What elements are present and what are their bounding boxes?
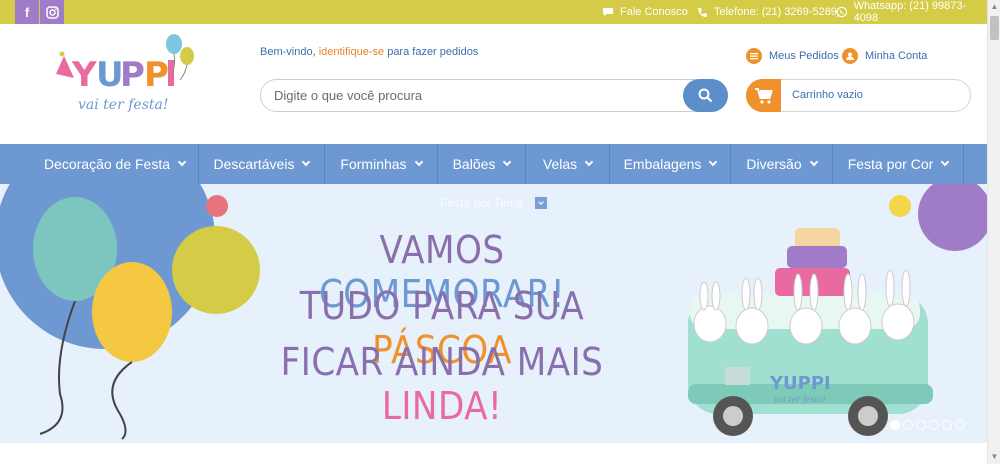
scroll-thumb[interactable] (990, 16, 999, 40)
header: Y U P P vai ter festa! Bem-vindo, identi… (0, 24, 987, 144)
nav-item-diversao[interactable]: Diversão (731, 144, 833, 184)
nav-label: Balões (452, 156, 496, 172)
cart-icon (746, 79, 781, 112)
chevron-down-icon (809, 157, 818, 167)
meus-pedidos-link[interactable]: Meus Pedidos (746, 48, 839, 64)
nav-label: Velas (542, 156, 578, 172)
nav-label: Forminhas (340, 156, 407, 172)
chat-icon (603, 8, 613, 16)
scroll-down-icon[interactable]: ▼ (988, 450, 1000, 464)
chevron-down-icon (941, 157, 950, 167)
user-icon (842, 48, 858, 64)
telefone-info: Telefone: (21) 3269-5269 (697, 0, 837, 24)
content-strip (0, 443, 987, 464)
chevron-down-icon (584, 157, 594, 167)
nav-label: Descartáveis (213, 156, 295, 172)
nav-label: Festa por Cor (847, 156, 934, 172)
scroll-up-icon[interactable]: ▲ (988, 0, 1000, 14)
headline-line-3: FICAR AINDA MAIS LINDA! (280, 340, 604, 428)
slider-dots (890, 420, 965, 430)
fale-conosco-link[interactable]: Fale Conosco (602, 0, 688, 24)
bus-logo: YUPPI (769, 373, 831, 394)
nav-label: Festa por Tema (440, 196, 524, 210)
bus-tagline: vai ter festa! (774, 395, 826, 404)
cart-button[interactable]: Carrinho vazio (746, 79, 971, 112)
search-button[interactable] (683, 79, 728, 112)
chevron-down-icon (535, 197, 548, 209)
main-nav: Decoração de Festa Descartáveis Forminha… (0, 144, 987, 184)
chevron-down-icon (177, 157, 187, 167)
nav-item-velas[interactable]: Velas (526, 144, 610, 184)
instagram-icon[interactable] (40, 0, 64, 24)
logo-tagline: vai ter festa! (78, 97, 169, 113)
nav-label: Diversão (746, 156, 802, 172)
welcome-prefix: Bem-vindo, (260, 46, 319, 58)
slider-dot[interactable] (942, 420, 952, 430)
nav-item-festa-por-tema[interactable]: Festa por Tema (440, 196, 548, 210)
svg-text:P: P (144, 55, 169, 95)
nav-item-embalagens[interactable]: Embalagens (610, 144, 731, 184)
chevron-down-icon (709, 157, 718, 167)
svg-text:P: P (120, 55, 145, 95)
headline-text: VAMOS (379, 228, 505, 272)
search-icon (698, 88, 713, 103)
slider-dot[interactable] (903, 420, 913, 430)
nav-item-festa-por-cor[interactable]: Festa por Cor (833, 144, 964, 184)
headline-text: FICAR AINDA MAIS (280, 340, 604, 384)
chevron-down-icon (414, 157, 423, 167)
slider-dot[interactable] (929, 420, 939, 430)
welcome-text: Bem-vindo, identifique-se para fazer ped… (260, 46, 478, 58)
fale-conosco-label: Fale Conosco (620, 6, 688, 18)
facebook-icon[interactable]: f (15, 0, 39, 24)
telefone-label: Telefone: (21) 3269-5269 (714, 6, 837, 18)
whatsapp-link[interactable]: Whatsapp: (21) 99873-4098 (836, 0, 987, 24)
nav-item-descartaveis[interactable]: Descartáveis (199, 144, 325, 184)
whatsapp-icon (836, 6, 848, 18)
cart-label: Carrinho vazio (792, 89, 863, 101)
chevron-down-icon (302, 157, 311, 167)
nav-item-baloes[interactable]: Balões (438, 144, 526, 184)
slider-dot[interactable] (916, 420, 926, 430)
slider-dot[interactable] (890, 420, 900, 430)
scrollbar[interactable]: ▲ ▼ (987, 0, 1000, 464)
yuppi-logo[interactable]: Y U P P vai ter festa! (52, 34, 202, 124)
minha-conta-label: Minha Conta (865, 50, 928, 62)
nav-item-decoracao[interactable]: Decoração de Festa (31, 144, 199, 184)
welcome-suffix: para fazer pedidos (384, 46, 479, 58)
nav-item-forminhas[interactable]: Forminhas (325, 144, 438, 184)
nav-label: Decoração de Festa (43, 156, 171, 172)
nav-label: Embalagens (623, 156, 702, 172)
minha-conta-link[interactable]: Minha Conta (842, 48, 927, 64)
slider-dot[interactable] (955, 420, 965, 430)
headline-highlight: LINDA! (381, 384, 503, 428)
search-input[interactable] (274, 80, 674, 111)
orders-icon (746, 48, 762, 64)
login-link[interactable]: identifique-se (319, 46, 384, 58)
top-bar: f Fale Conosco Telefone: (21) 3269-5269 … (0, 0, 987, 24)
meus-pedidos-label: Meus Pedidos (769, 50, 839, 62)
svg-text:Y: Y (71, 55, 97, 95)
headline-text: TUDO PARA SUA (299, 284, 585, 328)
chevron-down-icon (503, 157, 512, 167)
whatsapp-label: Whatsapp: (21) 99873-4098 (853, 0, 967, 24)
search-box (260, 79, 728, 112)
phone-icon (698, 7, 707, 17)
hero-banner[interactable]: YUPPI vai ter festa! VAMOS COMEMORAR! TU… (0, 184, 987, 443)
page: f Fale Conosco Telefone: (21) 3269-5269 … (0, 0, 1000, 464)
